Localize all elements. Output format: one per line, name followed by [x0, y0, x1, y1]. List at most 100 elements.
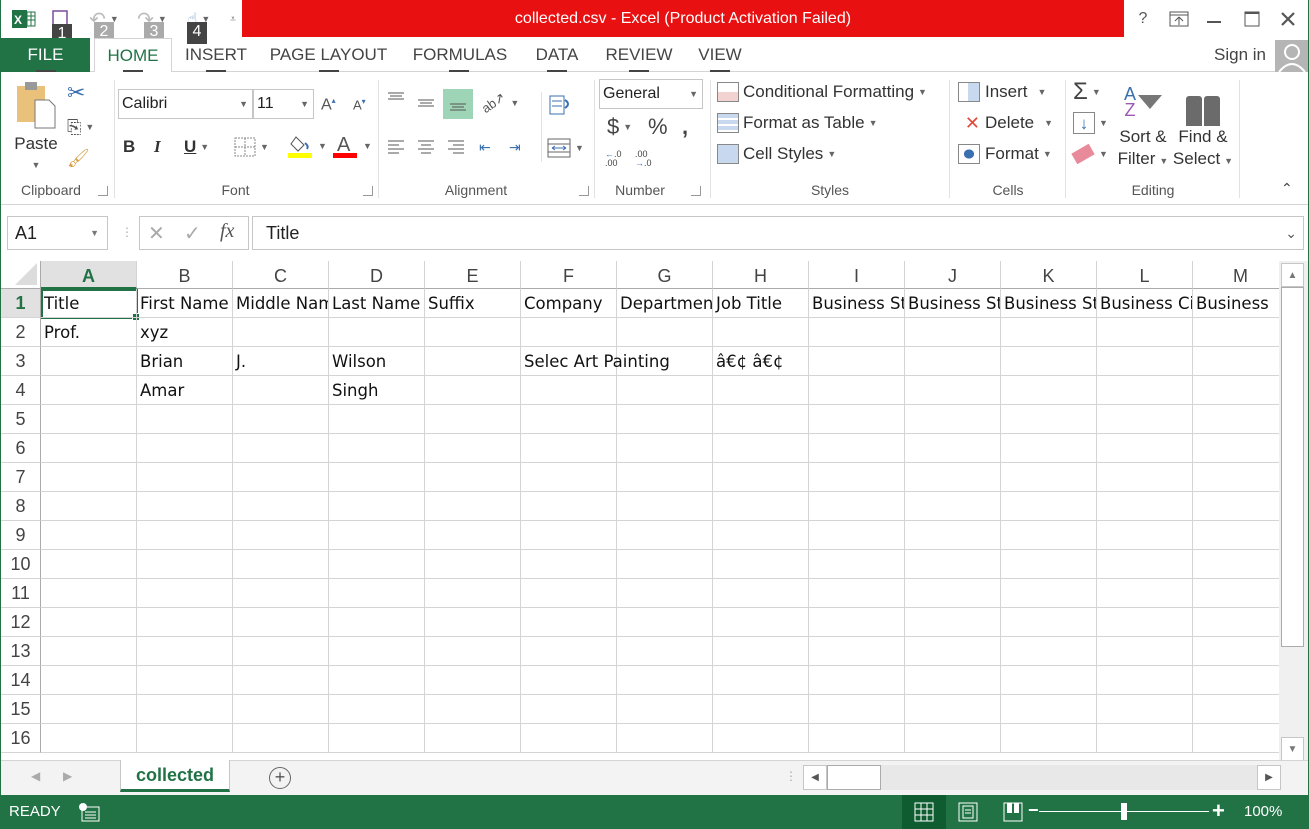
cell-d5[interactable] [329, 405, 425, 434]
maximize-button[interactable] [1237, 6, 1267, 32]
font-launcher-icon[interactable] [363, 186, 373, 196]
cell-e6[interactable] [425, 434, 521, 463]
cell-l9[interactable] [1097, 521, 1193, 550]
cell-j3[interactable] [905, 347, 1001, 376]
cell-f16[interactable] [521, 724, 617, 753]
cell-a7[interactable] [41, 463, 137, 492]
help-button[interactable]: ? [1128, 6, 1158, 32]
cell-m12[interactable] [1193, 608, 1279, 637]
scroll-up-button[interactable]: ▲ [1281, 263, 1304, 287]
paste-button[interactable]: Paste ▼ [11, 80, 61, 175]
collapse-ribbon-button[interactable]: ⌃ [1281, 180, 1297, 196]
sign-in-link[interactable]: Sign in [1214, 38, 1266, 72]
cell-h9[interactable] [713, 521, 809, 550]
cell-m15[interactable] [1193, 695, 1279, 724]
cell-a15[interactable] [41, 695, 137, 724]
row-header-7[interactable]: 7 [1, 463, 41, 492]
format-cells-button[interactable]: Format ▼ [958, 141, 1052, 167]
cell-h13[interactable] [713, 637, 809, 666]
column-header-j[interactable]: J [905, 261, 1001, 289]
cell-a10[interactable] [41, 550, 137, 579]
cell-e13[interactable] [425, 637, 521, 666]
cell-m11[interactable] [1193, 579, 1279, 608]
cell-c7[interactable] [233, 463, 329, 492]
cell-c1[interactable]: Middle Name [233, 289, 329, 318]
cell-j13[interactable] [905, 637, 1001, 666]
cell-l4[interactable] [1097, 376, 1193, 405]
column-header-h[interactable]: H [713, 261, 809, 289]
column-header-e[interactable]: E [425, 261, 521, 289]
scroll-down-button[interactable]: ▼ [1281, 737, 1304, 761]
cell-a2[interactable]: Prof. [41, 318, 137, 347]
cell-d16[interactable] [329, 724, 425, 753]
merge-center-button[interactable]: ▼ [547, 134, 587, 162]
cell-d2[interactable] [329, 318, 425, 347]
cell-b1[interactable]: First Name [137, 289, 233, 318]
comma-style-button[interactable]: , [682, 114, 696, 140]
cell-b7[interactable] [137, 463, 233, 492]
cell-d6[interactable] [329, 434, 425, 463]
cell-f3[interactable]: Selec Art Painting [521, 347, 670, 376]
cell-b11[interactable] [137, 579, 233, 608]
cell-f7[interactable] [521, 463, 617, 492]
new-sheet-button[interactable]: + [269, 767, 291, 789]
cell-c8[interactable] [233, 492, 329, 521]
cell-f10[interactable] [521, 550, 617, 579]
cell-j2[interactable] [905, 318, 1001, 347]
cell-f8[interactable] [521, 492, 617, 521]
cell-k12[interactable] [1001, 608, 1097, 637]
middle-align-button[interactable] [417, 92, 439, 114]
cell-l10[interactable] [1097, 550, 1193, 579]
column-header-l[interactable]: L [1097, 261, 1193, 289]
cell-e10[interactable] [425, 550, 521, 579]
cell-m7[interactable] [1193, 463, 1279, 492]
name-box[interactable]: A1 ▼ [7, 216, 108, 250]
cell-d10[interactable] [329, 550, 425, 579]
increase-indent-button[interactable]: ⇥ [509, 136, 533, 158]
tab-page-layout[interactable]: PAGE LAYOUT [266, 38, 391, 72]
cell-l7[interactable] [1097, 463, 1193, 492]
cell-a16[interactable] [41, 724, 137, 753]
cell-b10[interactable] [137, 550, 233, 579]
row-header-4[interactable]: 4 [1, 376, 41, 405]
cell-a14[interactable] [41, 666, 137, 695]
column-header-f[interactable]: F [521, 261, 617, 289]
avatar[interactable] [1275, 40, 1308, 72]
cell-h7[interactable] [713, 463, 809, 492]
cell-e7[interactable] [425, 463, 521, 492]
cell-k9[interactable] [1001, 521, 1097, 550]
cell-b16[interactable] [137, 724, 233, 753]
cell-k4[interactable] [1001, 376, 1097, 405]
cell-l8[interactable] [1097, 492, 1193, 521]
wrap-text-button[interactable] [549, 92, 575, 118]
cell-b2[interactable]: xyz [137, 318, 233, 347]
row-header-2[interactable]: 2 [1, 318, 41, 347]
bold-button[interactable]: B [123, 135, 141, 159]
cell-i1[interactable]: Business Street [809, 289, 905, 318]
font-color-button[interactable]: A ▼ [333, 132, 375, 160]
row-header-1[interactable]: 1 [1, 289, 41, 318]
row-header-10[interactable]: 10 [1, 550, 41, 579]
cell-c14[interactable] [233, 666, 329, 695]
customize-qat-button[interactable]: ⩡ [225, 6, 241, 32]
column-header-i[interactable]: I [809, 261, 905, 289]
cell-d8[interactable] [329, 492, 425, 521]
horizontal-scroll-thumb[interactable] [827, 765, 881, 790]
macro-recording-button[interactable] [78, 802, 100, 827]
row-header-15[interactable]: 15 [1, 695, 41, 724]
next-sheet-button[interactable]: ▶ [63, 769, 72, 783]
cell-k10[interactable] [1001, 550, 1097, 579]
cell-e15[interactable] [425, 695, 521, 724]
cell-g11[interactable] [617, 579, 713, 608]
splitter-handle[interactable]: ⋮ [121, 225, 133, 239]
tab-view[interactable]: VIEW [691, 38, 749, 72]
cell-j11[interactable] [905, 579, 1001, 608]
column-header-d[interactable]: D [329, 261, 425, 289]
cell-m5[interactable] [1193, 405, 1279, 434]
cell-b12[interactable] [137, 608, 233, 637]
percent-style-button[interactable]: % [648, 114, 672, 140]
clear-button[interactable]: ▼ [1071, 141, 1113, 167]
conditional-formatting-button[interactable]: Conditional Formatting ▼ [717, 79, 927, 105]
cell-a1[interactable]: Title [41, 289, 137, 318]
cell-i5[interactable] [809, 405, 905, 434]
